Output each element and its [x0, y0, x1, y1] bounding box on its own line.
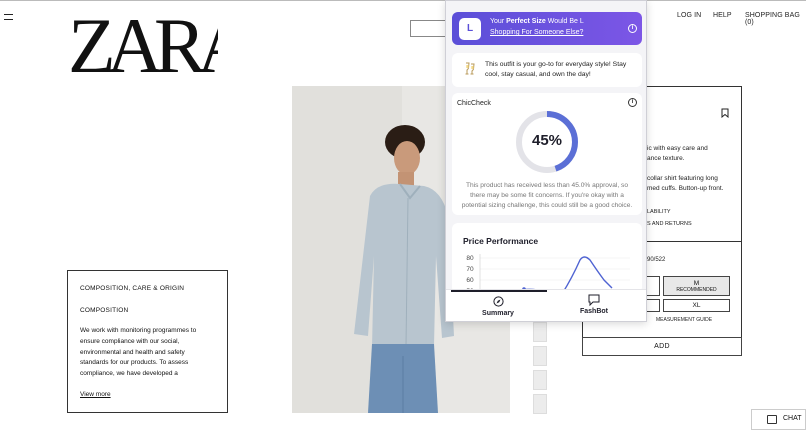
size-label: M: [693, 280, 700, 287]
thumbnail-strip: [533, 322, 549, 418]
info-icon[interactable]: i: [628, 24, 637, 33]
menu-icon[interactable]: [4, 14, 13, 24]
measurement-guide-link[interactable]: MEASUREMENT GUIDE: [656, 315, 712, 325]
info-icon[interactable]: i: [628, 98, 637, 107]
style-tip-card: This outfit is your go-to for everyday s…: [452, 53, 642, 87]
svg-text:ZARA: ZARA: [68, 10, 218, 76]
chat-label: CHAT: [783, 415, 802, 422]
style-tip-text: This outfit is your go-to for everyday s…: [485, 61, 627, 78]
availability-link[interactable]: LABILITY: [647, 207, 671, 217]
product-description-line: collar shirt featuring long: [647, 175, 718, 182]
product-description-line: med cuffs. Button-up front.: [647, 185, 724, 192]
composition-panel: COMPOSITION, CARE & ORIGIN COMPOSITION W…: [67, 270, 228, 413]
thumbnail[interactable]: [533, 370, 547, 390]
size-button-xl[interactable]: XL: [663, 299, 730, 312]
tab-summary-label: Summary: [482, 310, 514, 317]
someone-else-link[interactable]: Shopping For Someone Else?: [490, 29, 583, 36]
perfect-size-text: Your Perfect Size Would Be L: [490, 18, 584, 25]
chiccheck-text: This product has received less than 45.0…: [461, 182, 633, 209]
chat-icon: [588, 294, 600, 306]
bookmark-icon[interactable]: [721, 108, 729, 118]
champagne-icon: [465, 62, 475, 75]
composition-subtitle: COMPOSITION: [80, 307, 129, 314]
composition-title: COMPOSITION, CARE & ORIGIN: [80, 285, 185, 292]
add-to-bag-button[interactable]: ADD: [582, 337, 742, 356]
approval-percent: 45%: [531, 132, 563, 149]
help-link[interactable]: HELP: [713, 12, 732, 19]
returns-link[interactable]: S AND RETURNS: [647, 219, 692, 229]
y-tick-label: 80: [466, 255, 474, 262]
y-tick-label: 60: [466, 277, 474, 284]
fashion-assistant-popup: L Your Perfect Size Would Be L Shopping …: [445, 0, 647, 322]
size-label: XL: [692, 302, 701, 309]
size-button-m[interactable]: M RECOMMENDED: [663, 276, 730, 296]
tab-fashbot[interactable]: FashBot: [544, 290, 644, 321]
thumbnail[interactable]: [533, 322, 547, 342]
chiccheck-title: ChicCheck: [457, 100, 491, 107]
view-more-link[interactable]: View more: [80, 391, 111, 398]
size-recommended-note: RECOMMENDED: [676, 287, 717, 293]
tab-summary[interactable]: Summary: [448, 290, 548, 321]
price-performance-card: Price Performance 80 70 60 50: [452, 223, 642, 298]
chiccheck-card: ChicCheck i 45% This product has receive…: [452, 93, 642, 215]
price-performance-title: Price Performance: [463, 236, 539, 246]
login-link[interactable]: LOG IN: [677, 12, 701, 19]
zara-logo[interactable]: ZARA: [68, 10, 218, 76]
product-description-line: ance texture.: [647, 155, 685, 162]
thumbnail[interactable]: [533, 394, 547, 414]
product-description-line: ic with easy care and: [647, 145, 708, 152]
chat-bubble-icon: [767, 415, 777, 424]
chat-button[interactable]: CHAT: [751, 409, 806, 430]
perfect-size-banner: L Your Perfect Size Would Be L Shopping …: [452, 12, 642, 45]
thumbnail[interactable]: [533, 346, 547, 366]
composition-text: We work with monitoring programmes to en…: [80, 327, 197, 378]
size-badge: L: [459, 18, 481, 40]
top-border: [0, 0, 806, 1]
tab-fashbot-label: FashBot: [580, 308, 608, 315]
search-input[interactable]: [410, 20, 450, 37]
size-button-s[interactable]: [647, 299, 660, 312]
popup-bottom-nav: Summary FashBot: [446, 289, 646, 321]
y-tick-label: 70: [466, 266, 474, 273]
shopping-bag-link[interactable]: SHOPPING BAG (0): [745, 12, 806, 26]
compass-icon: [493, 296, 504, 307]
size-button-l[interactable]: [647, 276, 660, 296]
reference-code: 90/522: [647, 257, 666, 263]
